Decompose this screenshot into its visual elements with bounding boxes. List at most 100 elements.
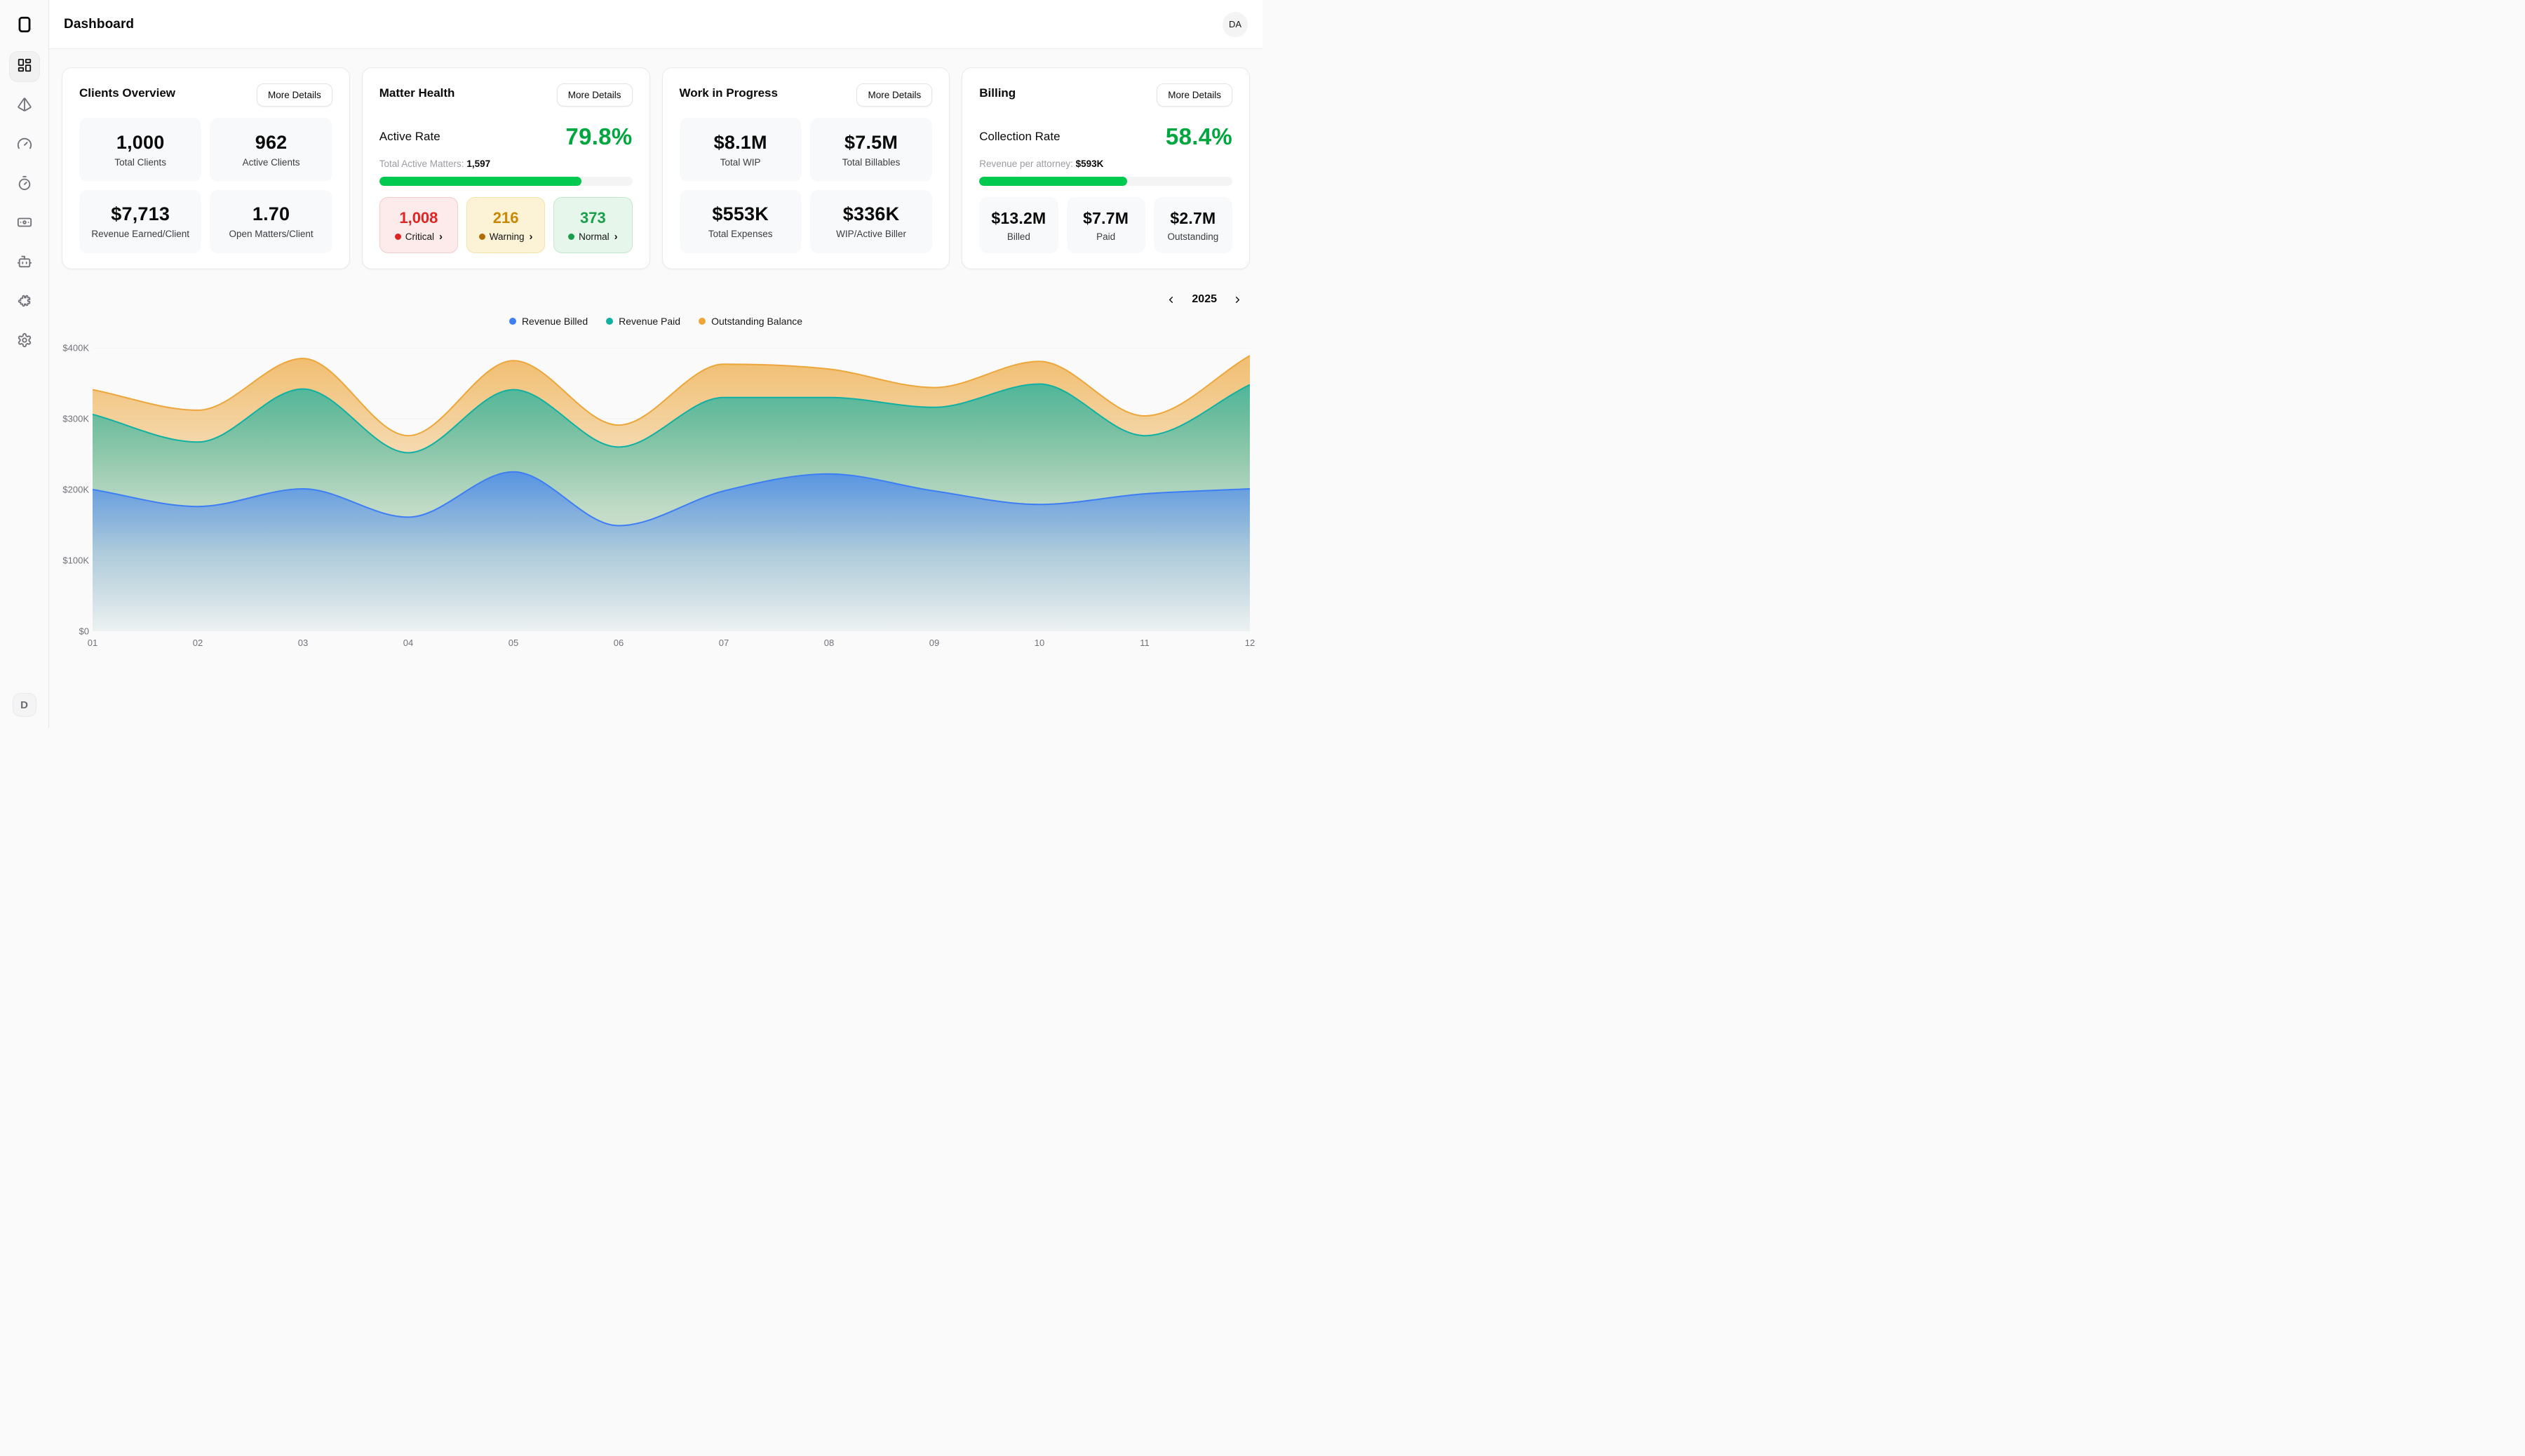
stat-tile: $8.1M Total WIP [680, 118, 802, 182]
sidebar-item-matters[interactable] [9, 90, 40, 121]
chevron-right-icon [1232, 295, 1243, 305]
card-title: Matter Health [379, 83, 455, 100]
stat-label: Active Clients [243, 157, 300, 168]
chevron-right-icon: › [530, 231, 533, 242]
chevron-left-icon [1166, 295, 1176, 305]
x-tick-label: 11 [1140, 638, 1150, 648]
sidebar-item-assistant[interactable] [9, 248, 40, 278]
main: Clients Overview More Details 1,000 Tota… [49, 49, 1262, 728]
x-tick-label: 02 [193, 638, 203, 648]
card-title: Work in Progress [680, 83, 778, 100]
previous-year-button[interactable] [1163, 292, 1179, 308]
sidebar-item-billing[interactable] [9, 208, 40, 239]
normal-dot-icon [568, 234, 574, 240]
bot-icon [17, 254, 32, 273]
subtext: Revenue per attorney: $593K [979, 159, 1232, 169]
stat-tile: 962 Active Clients [210, 118, 332, 182]
rate-value: 58.4% [1166, 123, 1232, 150]
badge-value: 373 [580, 209, 606, 227]
card-work-in-progress: Work in Progress More Details $8.1M Tota… [662, 67, 950, 269]
gauge-icon [17, 136, 32, 155]
stat-label: Paid [1096, 231, 1115, 242]
badge-warning[interactable]: 216 Warning › [466, 197, 545, 253]
sidebar-item-time[interactable] [9, 169, 40, 200]
stat-value: $13.2M [991, 209, 1046, 228]
warning-dot-icon [479, 234, 485, 240]
stat-tile: 1,000 Total Clients [79, 118, 201, 182]
stat-label: Outstanding [1167, 231, 1218, 242]
sidebar-user-avatar[interactable]: D [13, 693, 36, 717]
sidebar-item-settings[interactable] [9, 326, 40, 357]
stat-label: Total Clients [114, 157, 166, 168]
badge-normal[interactable]: 373 Normal › [553, 197, 632, 253]
more-details-button[interactable]: More Details [1157, 83, 1232, 107]
stat-value: $336K [843, 203, 900, 225]
avatar[interactable]: DA [1223, 12, 1248, 37]
year-label: 2025 [1192, 293, 1217, 306]
more-details-button[interactable]: More Details [856, 83, 932, 107]
sidebar-item-integrations[interactable] [9, 287, 40, 318]
x-tick-label: 01 [88, 638, 97, 648]
gear-icon [17, 332, 32, 351]
sidebar-item-dashboard[interactable] [9, 51, 40, 82]
legend-item-revenue-billed[interactable]: Revenue Billed [509, 316, 588, 327]
stat-label: Billed [1007, 231, 1030, 242]
area-chart-svg [93, 348, 1250, 631]
y-tick-label: $400K [62, 343, 89, 353]
banknote-icon [17, 215, 32, 234]
legend-dot-icon [509, 318, 516, 325]
chevron-right-icon: › [614, 231, 618, 242]
stat-value: $7.5M [844, 132, 898, 154]
more-details-button[interactable]: More Details [557, 83, 633, 107]
dashboard-grid-icon [17, 58, 32, 76]
stat-value: $7,713 [111, 203, 170, 225]
chevron-right-icon: › [439, 231, 443, 242]
next-year-button[interactable] [1230, 292, 1246, 308]
stat-label: Total Billables [842, 157, 901, 168]
stat-value: $7.7M [1083, 209, 1129, 228]
y-tick-label: $0 [79, 626, 89, 637]
stat-tile: $2.7M Outstanding [1154, 197, 1232, 253]
rate-label: Active Rate [379, 130, 440, 144]
kpi-cards-row: Clients Overview More Details 1,000 Tota… [62, 67, 1250, 269]
card-title: Billing [979, 83, 1016, 100]
x-tick-label: 03 [298, 638, 308, 648]
stat-value: 1,000 [116, 132, 165, 154]
page-title: Dashboard [64, 17, 134, 32]
badge-value: 216 [493, 209, 519, 227]
x-axis: 010203040506070809101112 [93, 631, 1250, 652]
legend-item-outstanding-balance[interactable]: Outstanding Balance [699, 316, 802, 327]
subtext: Total Active Matters: 1,597 [379, 159, 633, 169]
legend-item-revenue-paid[interactable]: Revenue Paid [606, 316, 680, 327]
stat-value: 1.70 [252, 203, 290, 225]
rate-label: Collection Rate [979, 130, 1060, 144]
stat-tile: $7.5M Total Billables [810, 118, 932, 182]
stat-value: 962 [255, 132, 288, 154]
y-axis: $400K$300K$200K$100K$0 [62, 348, 93, 631]
chart-legend: Revenue Billed Revenue Paid Outstanding … [62, 314, 1250, 328]
critical-dot-icon [395, 234, 401, 240]
sidebar-item-performance[interactable] [9, 130, 40, 161]
y-tick-label: $200K [62, 485, 89, 495]
sidebar: D [0, 0, 49, 728]
content: Dashboard DA Clients Overview More Detai… [49, 0, 1262, 728]
more-details-button[interactable]: More Details [257, 83, 332, 107]
stat-label: Open Matters/Client [229, 229, 314, 239]
y-tick-label: $100K [62, 555, 89, 566]
app-root: D Dashboard DA Clients Overview More Det… [0, 0, 1262, 728]
x-tick-label: 07 [719, 638, 729, 648]
year-navigation: 2025 [62, 290, 1250, 309]
y-tick-label: $300K [62, 414, 89, 424]
badge-critical[interactable]: 1,008 Critical › [379, 197, 458, 253]
x-tick-label: 06 [614, 638, 624, 648]
stat-tile: $7.7M Paid [1067, 197, 1145, 253]
stat-tile: $553K Total Expenses [680, 190, 802, 254]
legend-dot-icon [699, 318, 706, 325]
badge-label: Normal [579, 231, 610, 242]
app-logo-icon [13, 13, 36, 36]
stat-tile: $13.2M Billed [979, 197, 1058, 253]
stat-tile: $336K WIP/Active Biller [810, 190, 932, 254]
badge-label: Critical [405, 231, 434, 242]
revenue-area-chart: $400K$300K$200K$100K$0 [62, 348, 1250, 631]
x-tick-label: 08 [824, 638, 834, 648]
